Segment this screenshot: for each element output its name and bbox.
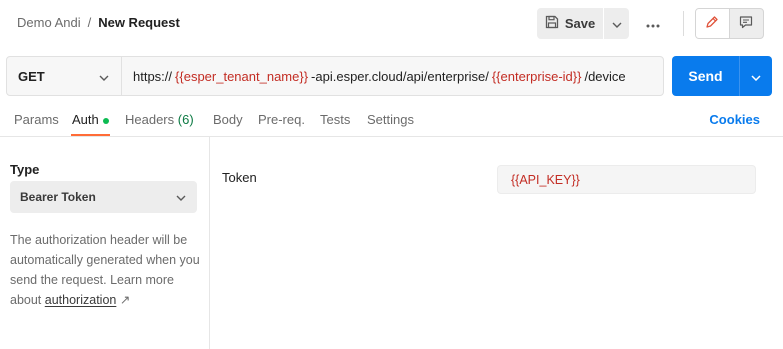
tab-params[interactable]: Params (14, 112, 59, 127)
auth-type-value: Bearer Token (20, 190, 96, 204)
send-dropdown-button[interactable] (740, 56, 772, 96)
authorization-link[interactable]: authorization (45, 293, 117, 307)
active-tab-indicator (71, 134, 110, 136)
url-variable[interactable]: {{esper_tenant_name}} (175, 69, 308, 84)
save-dropdown-button[interactable] (604, 8, 629, 39)
save-disk-icon (545, 15, 559, 32)
comment-doc-icon (739, 15, 753, 32)
tab-pre-request[interactable]: Pre-req. (258, 112, 305, 127)
auth-help-text: The authorization header will be automat… (10, 230, 206, 310)
more-horizontal-icon (646, 16, 660, 31)
auth-status-dot (103, 118, 109, 124)
tab-headers-label: Headers (125, 112, 175, 127)
method-select[interactable]: GET (7, 57, 122, 95)
view-toggle-group (695, 8, 764, 39)
save-button[interactable]: Save (537, 8, 603, 39)
save-label: Save (564, 16, 596, 31)
breadcrumb-separator: / (87, 15, 92, 30)
send-button-group: Send (672, 56, 772, 96)
url-part: -api.esper.cloud/api/enterprise/ (311, 68, 489, 84)
request-url-bar: GET https://{{esper_tenant_name}} -api.es… (6, 56, 664, 96)
pencil-icon (705, 15, 719, 32)
cookies-link[interactable]: Cookies (709, 112, 760, 127)
url-input[interactable]: https://{{esper_tenant_name}} -api.esper.… (122, 57, 663, 95)
chevron-down-icon (99, 69, 109, 84)
breadcrumb-workspace[interactable]: Demo Andi (17, 15, 81, 30)
header-divider (683, 11, 684, 36)
more-actions-button[interactable] (641, 12, 665, 34)
auth-type-select[interactable]: Bearer Token (10, 181, 197, 213)
chevron-down-icon (176, 190, 186, 204)
auth-type-panel: Type Bearer Token The authorization head… (0, 137, 210, 349)
method-label: GET (18, 68, 45, 84)
url-variable[interactable]: {{enterprise-id}} (492, 69, 582, 84)
tab-settings[interactable]: Settings (367, 112, 414, 127)
request-title[interactable]: New Request (98, 15, 180, 30)
tab-tests[interactable]: Tests (320, 112, 350, 127)
request-header: Demo Andi / New Request Save (0, 0, 783, 46)
request-tabs: Params Auth Headers (6) Body Pre-req. Te… (0, 104, 783, 137)
token-input[interactable]: {{API_KEY}} (497, 165, 756, 194)
headers-count-badge: (6) (177, 112, 194, 127)
tab-body[interactable]: Body (213, 112, 243, 127)
docs-view-button[interactable] (730, 9, 764, 38)
edit-view-button[interactable] (696, 9, 730, 38)
external-link-icon: ↗ (119, 293, 131, 307)
send-button[interactable]: Send (672, 56, 739, 96)
url-part: /device (584, 68, 626, 84)
tab-headers[interactable]: Headers (6) (125, 112, 194, 127)
chevron-down-icon (612, 16, 622, 31)
token-label: Token (222, 170, 257, 185)
auth-type-label: Type (10, 162, 40, 177)
url-part: https:// (133, 68, 173, 84)
save-button-group: Save (537, 8, 629, 39)
chevron-down-icon (751, 69, 761, 84)
tab-auth[interactable]: Auth (72, 112, 99, 127)
breadcrumb: Demo Andi / New Request (17, 15, 180, 30)
